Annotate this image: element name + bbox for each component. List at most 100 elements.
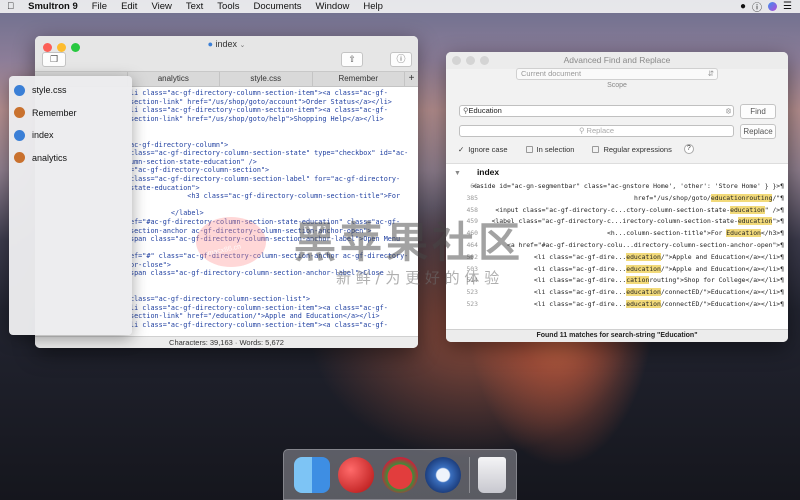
code-line: ef="#ac-gf-directory-column-section-stat…: [130, 217, 401, 226]
find-replace-window: Advanced Find and Replace Current docume…: [446, 52, 788, 342]
result-text: <li class="ac-gf-dire...education/">Appl…: [534, 252, 784, 264]
menu-edit[interactable]: Edit: [114, 1, 144, 12]
menu-bar:  Smultron 9 File Edit View Text Tools D…: [0, 0, 800, 14]
list-menu-icon[interactable]: ☰: [783, 1, 792, 12]
find-zoom-button[interactable]: [480, 56, 489, 65]
code-line: section-link" href="/us/shop/goto/accoun…: [130, 97, 392, 106]
in-selection-checkbox[interactable]: [525, 145, 533, 153]
ignore-case-label: Ignore case: [468, 144, 508, 154]
text-file-icon: [14, 107, 25, 119]
replace-input[interactable]: Replace: [587, 126, 615, 135]
result-line-number: 523: [466, 288, 478, 297]
sidebar-item-index[interactable]: index: [9, 124, 132, 147]
result-match: education: [737, 217, 773, 226]
sidebar-item-remember[interactable]: Remember: [9, 102, 132, 125]
result-line-number: 464: [466, 240, 478, 249]
result-row[interactable]: 523 <li class="ac-gf-dire...education/con…: [446, 299, 788, 311]
chevron-updown-icon: ⇵: [707, 69, 714, 78]
result-row[interactable]: 514 <li class="ac-gf-dire...cationrouting…: [446, 275, 788, 287]
dock: [283, 449, 517, 500]
result-row[interactable]: 523 <li class="ac-gf-dire...education/con…: [446, 287, 788, 299]
result-row[interactable]: 502 <li class="ac-gf-dire...education/">A…: [446, 252, 788, 264]
result-match: education: [626, 264, 661, 273]
result-line-number: 459: [466, 217, 478, 226]
trash-icon[interactable]: [478, 456, 507, 493]
sidebar-item-style-css[interactable]: style.css: [9, 79, 132, 102]
result-row[interactable]: 464 <a href="#ac-gf-directory-colu...dire…: [446, 240, 788, 252]
search-input[interactable]: Education: [469, 106, 502, 115]
chevron-down-icon[interactable]: ⌄: [240, 42, 246, 49]
info-button[interactable]: ⓘ: [390, 52, 412, 67]
replace-button[interactable]: Replace: [740, 124, 776, 139]
documents-toggle-button[interactable]: ❐: [42, 52, 66, 67]
regex-checkbox[interactable]: [592, 145, 600, 153]
result-match: education: [626, 252, 661, 261]
result-match: educationrouting: [710, 193, 773, 202]
result-text: <input class="ac-gf-directory-c...ctory-…: [495, 205, 784, 217]
code-line: section-link" href="/us/shop/goto/help">…: [130, 114, 384, 123]
red-app-icon[interactable]: [337, 456, 374, 493]
app-menu[interactable]: Smultron 9: [21, 1, 85, 12]
find-button[interactable]: Find: [740, 104, 776, 119]
new-tab-button[interactable]: +: [404, 72, 418, 86]
menu-tools[interactable]: Tools: [210, 1, 246, 12]
menu-documents[interactable]: Documents: [246, 1, 308, 12]
code-line: span class="ac-gf-directory-column-secti…: [130, 235, 401, 244]
find-window-title: Advanced Find and Replace: [563, 55, 671, 65]
replace-field[interactable]: ⚲ Replace: [459, 125, 734, 137]
result-text: <li class="ac-gf-dire...cationrouting">S…: [534, 275, 784, 287]
code-line: li class="ac-gf-directory-column-section…: [130, 303, 388, 312]
result-row[interactable]: 459 <label class="ac-gf-directory-c...ire…: [446, 216, 788, 228]
result-match: cation: [626, 276, 650, 285]
result-row[interactable]: 385 href="/us/shop/goto/educationrouting/…: [446, 193, 788, 205]
result-row[interactable]: 460 <h...column-section-title">For Educat…: [446, 228, 788, 240]
tab-remember[interactable]: Remember: [311, 72, 405, 86]
menu-file[interactable]: File: [85, 1, 114, 12]
menu-view[interactable]: View: [144, 1, 178, 12]
user-icon[interactable]: ●: [740, 1, 746, 12]
result-line-number: 514: [466, 276, 478, 285]
result-match: education: [626, 299, 661, 308]
result-line-number: 458: [466, 205, 478, 214]
result-prefix: <li class="ac-gf-dire...: [533, 288, 627, 297]
result-row[interactable]: 503 <li class="ac-gf-dire...education/">A…: [446, 264, 788, 276]
find-minimize-button[interactable]: [466, 56, 475, 65]
share-button[interactable]: ⇧: [341, 52, 363, 67]
tab-analytics[interactable]: analytics: [126, 72, 220, 86]
result-suffix: /">Apple and Education</a></li>¶: [660, 264, 784, 273]
menu-text[interactable]: Text: [179, 1, 210, 12]
result-prefix: <li class="ac-gf-dire...: [533, 264, 627, 273]
scope-select[interactable]: Current document ⇵: [516, 68, 718, 80]
code-line: section-link" href="/education/">Apple a…: [130, 312, 380, 321]
find-close-button[interactable]: [452, 56, 461, 65]
ignore-case-checkbox[interactable]: ✓: [458, 145, 464, 154]
results-file-row[interactable]: ▼ index: [454, 167, 499, 177]
search-field[interactable]: ⚲Education ⦻: [459, 105, 734, 117]
info-menu-icon[interactable]: ⓘ: [752, 0, 762, 14]
code-editor[interactable]: li class="ac-gf-directory-column-section…: [130, 89, 416, 336]
quicktime-icon[interactable]: [425, 456, 462, 493]
result-prefix: <label class="ac-gf-directory-c...irecto…: [491, 217, 738, 226]
clear-search-icon[interactable]: ⦻: [726, 106, 731, 116]
smultron-icon[interactable]: [381, 456, 418, 493]
tab-style-css[interactable]: style.css: [219, 72, 312, 86]
menu-help[interactable]: Help: [356, 1, 390, 12]
menu-window[interactable]: Window: [309, 1, 357, 12]
siri-icon[interactable]: [768, 2, 778, 11]
finder-icon[interactable]: [293, 456, 330, 493]
result-suffix: /">Apple and Education</a></li>¶: [660, 252, 784, 261]
result-text: <li class="ac-gf-dire...education/connec…: [534, 299, 784, 311]
result-row[interactable]: 458 <input class="ac-gf-directory-c...cto…: [446, 205, 788, 217]
result-line-number: 460: [466, 229, 478, 238]
result-row[interactable]: 68 <aside id="ac-gn-segmentbar" class="ac…: [446, 181, 788, 193]
disclosure-triangle-icon[interactable]: ▼: [454, 170, 461, 177]
apple-menu-icon[interactable]: : [0, 1, 21, 12]
document-icon: ●: [207, 39, 213, 49]
help-button[interactable]: ?: [683, 144, 694, 154]
documents-sidebar: style.css Remember index analytics: [9, 76, 132, 335]
sidebar-item-analytics[interactable]: analytics: [9, 147, 132, 170]
result-suffix: /"¶: [772, 193, 784, 202]
